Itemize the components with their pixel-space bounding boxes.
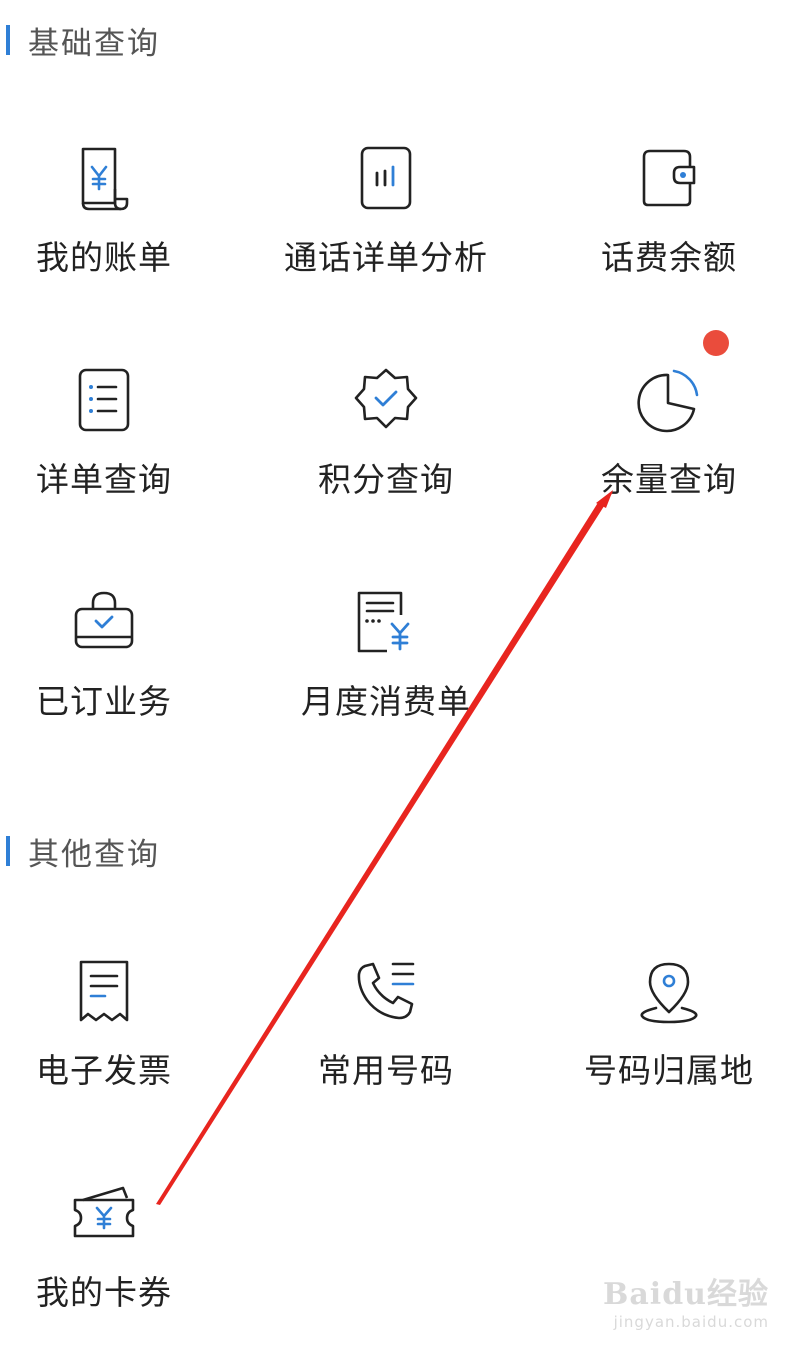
subscribed-bag-icon bbox=[69, 587, 139, 657]
notification-dot bbox=[703, 330, 729, 356]
tile-my-coupons[interactable]: 我的卡券 bbox=[0, 1178, 224, 1328]
section-title-other: 其他查询 bbox=[0, 831, 160, 873]
section-accent-bar bbox=[6, 836, 10, 866]
tile-label: 详单查询 bbox=[36, 460, 172, 499]
section-title-basic: 基础查询 bbox=[0, 20, 160, 62]
watermark: Baidu经验 jingyan.baidu.com bbox=[603, 1269, 769, 1331]
phone-list-icon bbox=[351, 956, 421, 1026]
section-title-text: 基础查询 bbox=[28, 25, 160, 62]
tile-monthly-statement[interactable]: 月度消费单 bbox=[266, 587, 506, 737]
tile-label: 积分查询 bbox=[318, 460, 454, 499]
tile-label: 已订业务 bbox=[36, 682, 172, 721]
tile-label: 通话详单分析 bbox=[284, 238, 488, 277]
invoice-icon bbox=[69, 956, 139, 1026]
tile-label: 话费余额 bbox=[601, 238, 737, 277]
tile-number-location[interactable]: 号码归属地 bbox=[549, 956, 789, 1106]
tile-detail-query[interactable]: 详单查询 bbox=[0, 365, 224, 515]
section-accent-bar bbox=[6, 25, 10, 55]
tile-label: 电子发票 bbox=[36, 1051, 172, 1090]
tile-label: 余量查询 bbox=[601, 460, 737, 499]
coupon-ticket-icon bbox=[69, 1178, 139, 1248]
monthly-statement-icon bbox=[351, 587, 421, 657]
list-document-icon bbox=[69, 365, 139, 435]
call-analysis-icon bbox=[351, 143, 421, 213]
tile-call-analysis[interactable]: 通话详单分析 bbox=[266, 143, 506, 293]
tile-label: 常用号码 bbox=[318, 1051, 454, 1090]
bill-icon bbox=[69, 143, 139, 213]
tile-label: 我的卡券 bbox=[36, 1273, 172, 1312]
tile-label: 号码归属地 bbox=[584, 1051, 754, 1090]
tile-label: 我的账单 bbox=[36, 238, 172, 277]
watermark-brand: Baidu经验 bbox=[603, 1277, 769, 1312]
tile-e-invoice[interactable]: 电子发票 bbox=[0, 956, 224, 1106]
tile-my-bill[interactable]: 我的账单 bbox=[0, 143, 224, 293]
tile-remaining-query[interactable]: 余量查询 bbox=[549, 365, 789, 515]
tile-subscribed-services[interactable]: 已订业务 bbox=[0, 587, 224, 737]
wallet-icon bbox=[634, 143, 704, 213]
tile-points-query[interactable]: 积分查询 bbox=[266, 365, 506, 515]
location-pin-icon bbox=[634, 956, 704, 1026]
section-title-text: 其他查询 bbox=[28, 836, 160, 873]
tile-phone-balance[interactable]: 话费余额 bbox=[549, 143, 789, 293]
pie-chart-icon bbox=[634, 365, 704, 435]
tile-common-numbers[interactable]: 常用号码 bbox=[266, 956, 506, 1106]
tile-label: 月度消费单 bbox=[301, 682, 471, 721]
points-badge-icon bbox=[351, 365, 421, 435]
watermark-url: jingyan.baidu.com bbox=[613, 1313, 769, 1331]
